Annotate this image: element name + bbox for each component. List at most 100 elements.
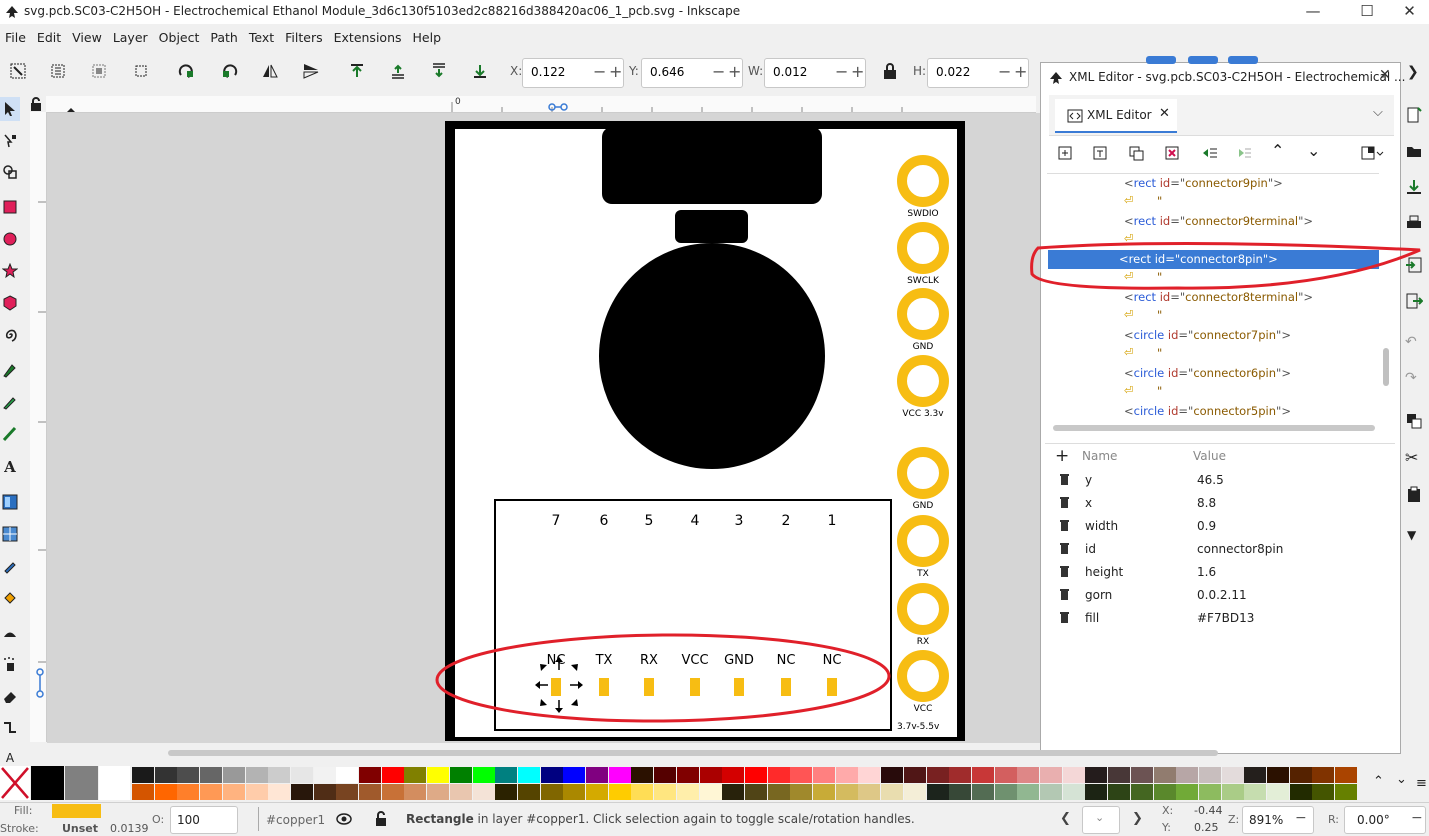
- color-swatch[interactable]: [1221, 784, 1244, 800]
- color-swatch[interactable]: [1108, 784, 1131, 800]
- duplicate-node-icon[interactable]: [1128, 145, 1146, 161]
- new-document-icon[interactable]: [1405, 106, 1423, 124]
- print-icon[interactable]: [1405, 214, 1423, 232]
- y-spinbox[interactable]: −+: [641, 58, 743, 88]
- minus-icon[interactable]: −: [998, 62, 1011, 81]
- color-swatch[interactable]: [359, 767, 381, 783]
- dropper-tool-icon[interactable]: [0, 554, 20, 578]
- trash-icon[interactable]: [1059, 565, 1070, 577]
- color-swatch[interactable]: [177, 784, 200, 800]
- color-swatch[interactable]: [359, 784, 381, 800]
- x-spinbox[interactable]: −+: [522, 58, 624, 88]
- color-swatch[interactable]: [699, 784, 722, 800]
- color-swatch[interactable]: [835, 784, 858, 800]
- color-swatch[interactable]: [1062, 767, 1085, 783]
- plus-icon[interactable]: +: [851, 62, 864, 81]
- color-swatch[interactable]: [903, 767, 926, 783]
- delete-node-icon[interactable]: [1164, 145, 1182, 161]
- spray-tool-icon[interactable]: [0, 652, 20, 676]
- dock-tab-marker[interactable]: [1188, 56, 1218, 64]
- color-swatch[interactable]: [631, 767, 654, 783]
- xml-text-node[interactable]: ⏎ ": [1053, 345, 1379, 364]
- color-swatch[interactable]: [858, 784, 881, 800]
- color-swatch[interactable]: [608, 767, 631, 783]
- color-swatch[interactable]: [722, 767, 745, 783]
- indent-node-icon[interactable]: [1235, 145, 1253, 161]
- attribute-name[interactable]: y: [1085, 473, 1092, 487]
- menu-object[interactable]: Object: [154, 28, 206, 45]
- color-swatch[interactable]: [245, 784, 268, 800]
- color-swatch[interactable]: [1040, 784, 1062, 800]
- raise-icon[interactable]: [387, 60, 409, 82]
- menu-file[interactable]: File: [0, 28, 32, 45]
- save-icon[interactable]: [1405, 178, 1423, 196]
- menu-layer[interactable]: Layer: [108, 28, 154, 45]
- pin-pad[interactable]: [599, 678, 609, 696]
- color-swatch[interactable]: [1312, 784, 1335, 800]
- color-swatch[interactable]: [949, 784, 972, 800]
- color-swatch[interactable]: [404, 767, 427, 783]
- color-swatch[interactable]: [1198, 784, 1221, 800]
- xml-node[interactable]: <circle id="connector7pin">: [1053, 326, 1379, 345]
- minus-icon[interactable]: −: [712, 62, 725, 81]
- page-selector[interactable]: ⌄: [1082, 806, 1120, 834]
- attribute-row[interactable]: fill #F7BD13: [1045, 607, 1400, 629]
- attribute-name[interactable]: fill: [1085, 611, 1099, 625]
- xml-node[interactable]: <rect id="connector9pin">: [1053, 174, 1379, 193]
- add-attribute-icon[interactable]: +: [1055, 446, 1069, 466]
- pen-tool-icon[interactable]: [0, 358, 20, 382]
- node-tree-hscrollbar[interactable]: [1053, 425, 1375, 431]
- color-swatch[interactable]: [903, 784, 926, 800]
- zoom-value[interactable]: 891%: [1249, 813, 1283, 827]
- color-swatch[interactable]: [472, 784, 495, 800]
- color-swatch[interactable]: [790, 784, 813, 800]
- tab-xml-editor[interactable]: XML Editor ✕: [1055, 99, 1177, 133]
- xml-text-node[interactable]: ⏎ ": [1053, 383, 1379, 402]
- color-swatch[interactable]: [381, 784, 404, 800]
- maximize-button[interactable]: ☐: [1344, 0, 1390, 24]
- color-swatch[interactable]: [858, 767, 881, 783]
- color-swatch[interactable]: [132, 767, 154, 783]
- color-swatch[interactable]: [1062, 784, 1085, 800]
- selector-tool-icon[interactable]: [0, 97, 20, 121]
- attribute-row[interactable]: x 8.8: [1045, 492, 1400, 514]
- attribute-value[interactable]: 0.0.2.11: [1197, 588, 1247, 602]
- color-swatch[interactable]: [1221, 767, 1244, 783]
- color-swatch[interactable]: [1335, 784, 1358, 800]
- attribute-value[interactable]: 1.6: [1197, 565, 1216, 579]
- horizontal-ruler[interactable]: 0: [46, 96, 1036, 113]
- deselect-icon[interactable]: [88, 60, 110, 82]
- mesh-tool-icon[interactable]: [0, 522, 20, 546]
- menu-text[interactable]: Text: [244, 28, 280, 45]
- plus-icon[interactable]: +: [609, 62, 622, 81]
- color-swatch[interactable]: [586, 767, 608, 783]
- color-swatch[interactable]: [1017, 784, 1040, 800]
- color-swatch[interactable]: [994, 767, 1017, 783]
- color-swatch[interactable]: [154, 784, 177, 800]
- menu-help[interactable]: Help: [408, 28, 448, 45]
- xml-node[interactable]: <circle id="connector6pin">: [1053, 364, 1379, 383]
- color-swatch[interactable]: [1244, 767, 1267, 783]
- color-swatch[interactable]: [404, 784, 427, 800]
- color-swatch[interactable]: [540, 784, 563, 800]
- menu-edit[interactable]: Edit: [32, 28, 67, 45]
- color-swatch[interactable]: [1176, 784, 1199, 800]
- color-swatch[interactable]: [1153, 767, 1176, 783]
- color-swatch[interactable]: [654, 767, 677, 783]
- fill-indicator[interactable]: [52, 804, 101, 818]
- spiral-tool-icon[interactable]: [0, 323, 20, 347]
- color-swatch[interactable]: [449, 767, 472, 783]
- attribute-value[interactable]: connector8pin: [1197, 542, 1283, 556]
- xml-node[interactable]: <rect id="connector9terminal">: [1053, 212, 1379, 231]
- flip-vertical-icon[interactable]: [300, 60, 322, 82]
- vertical-ruler[interactable]: [30, 112, 47, 742]
- color-swatch[interactable]: [1289, 784, 1312, 800]
- color-swatch[interactable]: [563, 767, 586, 783]
- color-swatch[interactable]: [676, 767, 699, 783]
- attribute-value[interactable]: #F7BD13: [1197, 611, 1254, 625]
- pin-pad[interactable]: [734, 678, 744, 696]
- trash-icon[interactable]: [1059, 542, 1070, 554]
- color-swatch[interactable]: [994, 784, 1017, 800]
- color-swatch[interactable]: [971, 784, 994, 800]
- y-input[interactable]: [648, 64, 710, 80]
